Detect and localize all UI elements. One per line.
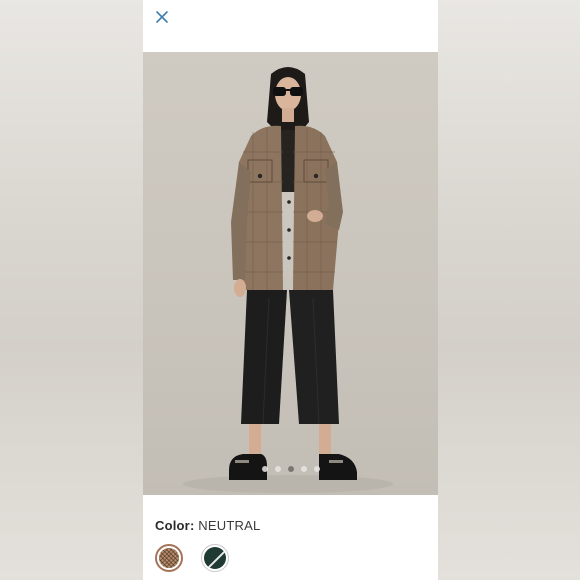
close-icon[interactable]: [151, 6, 173, 28]
color-value: NEUTRAL: [198, 518, 261, 533]
carousel-dot[interactable]: [300, 466, 307, 472]
color-selection-label: Color: NEUTRAL: [155, 518, 260, 533]
close-button[interactable]: [151, 6, 173, 28]
carousel-dot[interactable]: [313, 466, 320, 472]
swatch-dark-green[interactable]: [201, 544, 229, 572]
product-panel: Color: NEUTRAL: [143, 0, 438, 580]
right-backdrop: [437, 0, 580, 580]
image-carousel-indicators: [143, 466, 438, 474]
swatch-neutral[interactable]: [155, 544, 183, 572]
unavailable-swatch-fill: [204, 547, 226, 569]
carousel-dot[interactable]: [274, 466, 281, 472]
left-backdrop: [0, 0, 143, 580]
plaid-swatch-fill: [159, 548, 179, 568]
carousel-dot[interactable]: [261, 466, 268, 472]
color-label: Color:: [155, 518, 195, 533]
product-image[interactable]: [143, 52, 438, 495]
carousel-dot-active[interactable]: [287, 466, 294, 472]
